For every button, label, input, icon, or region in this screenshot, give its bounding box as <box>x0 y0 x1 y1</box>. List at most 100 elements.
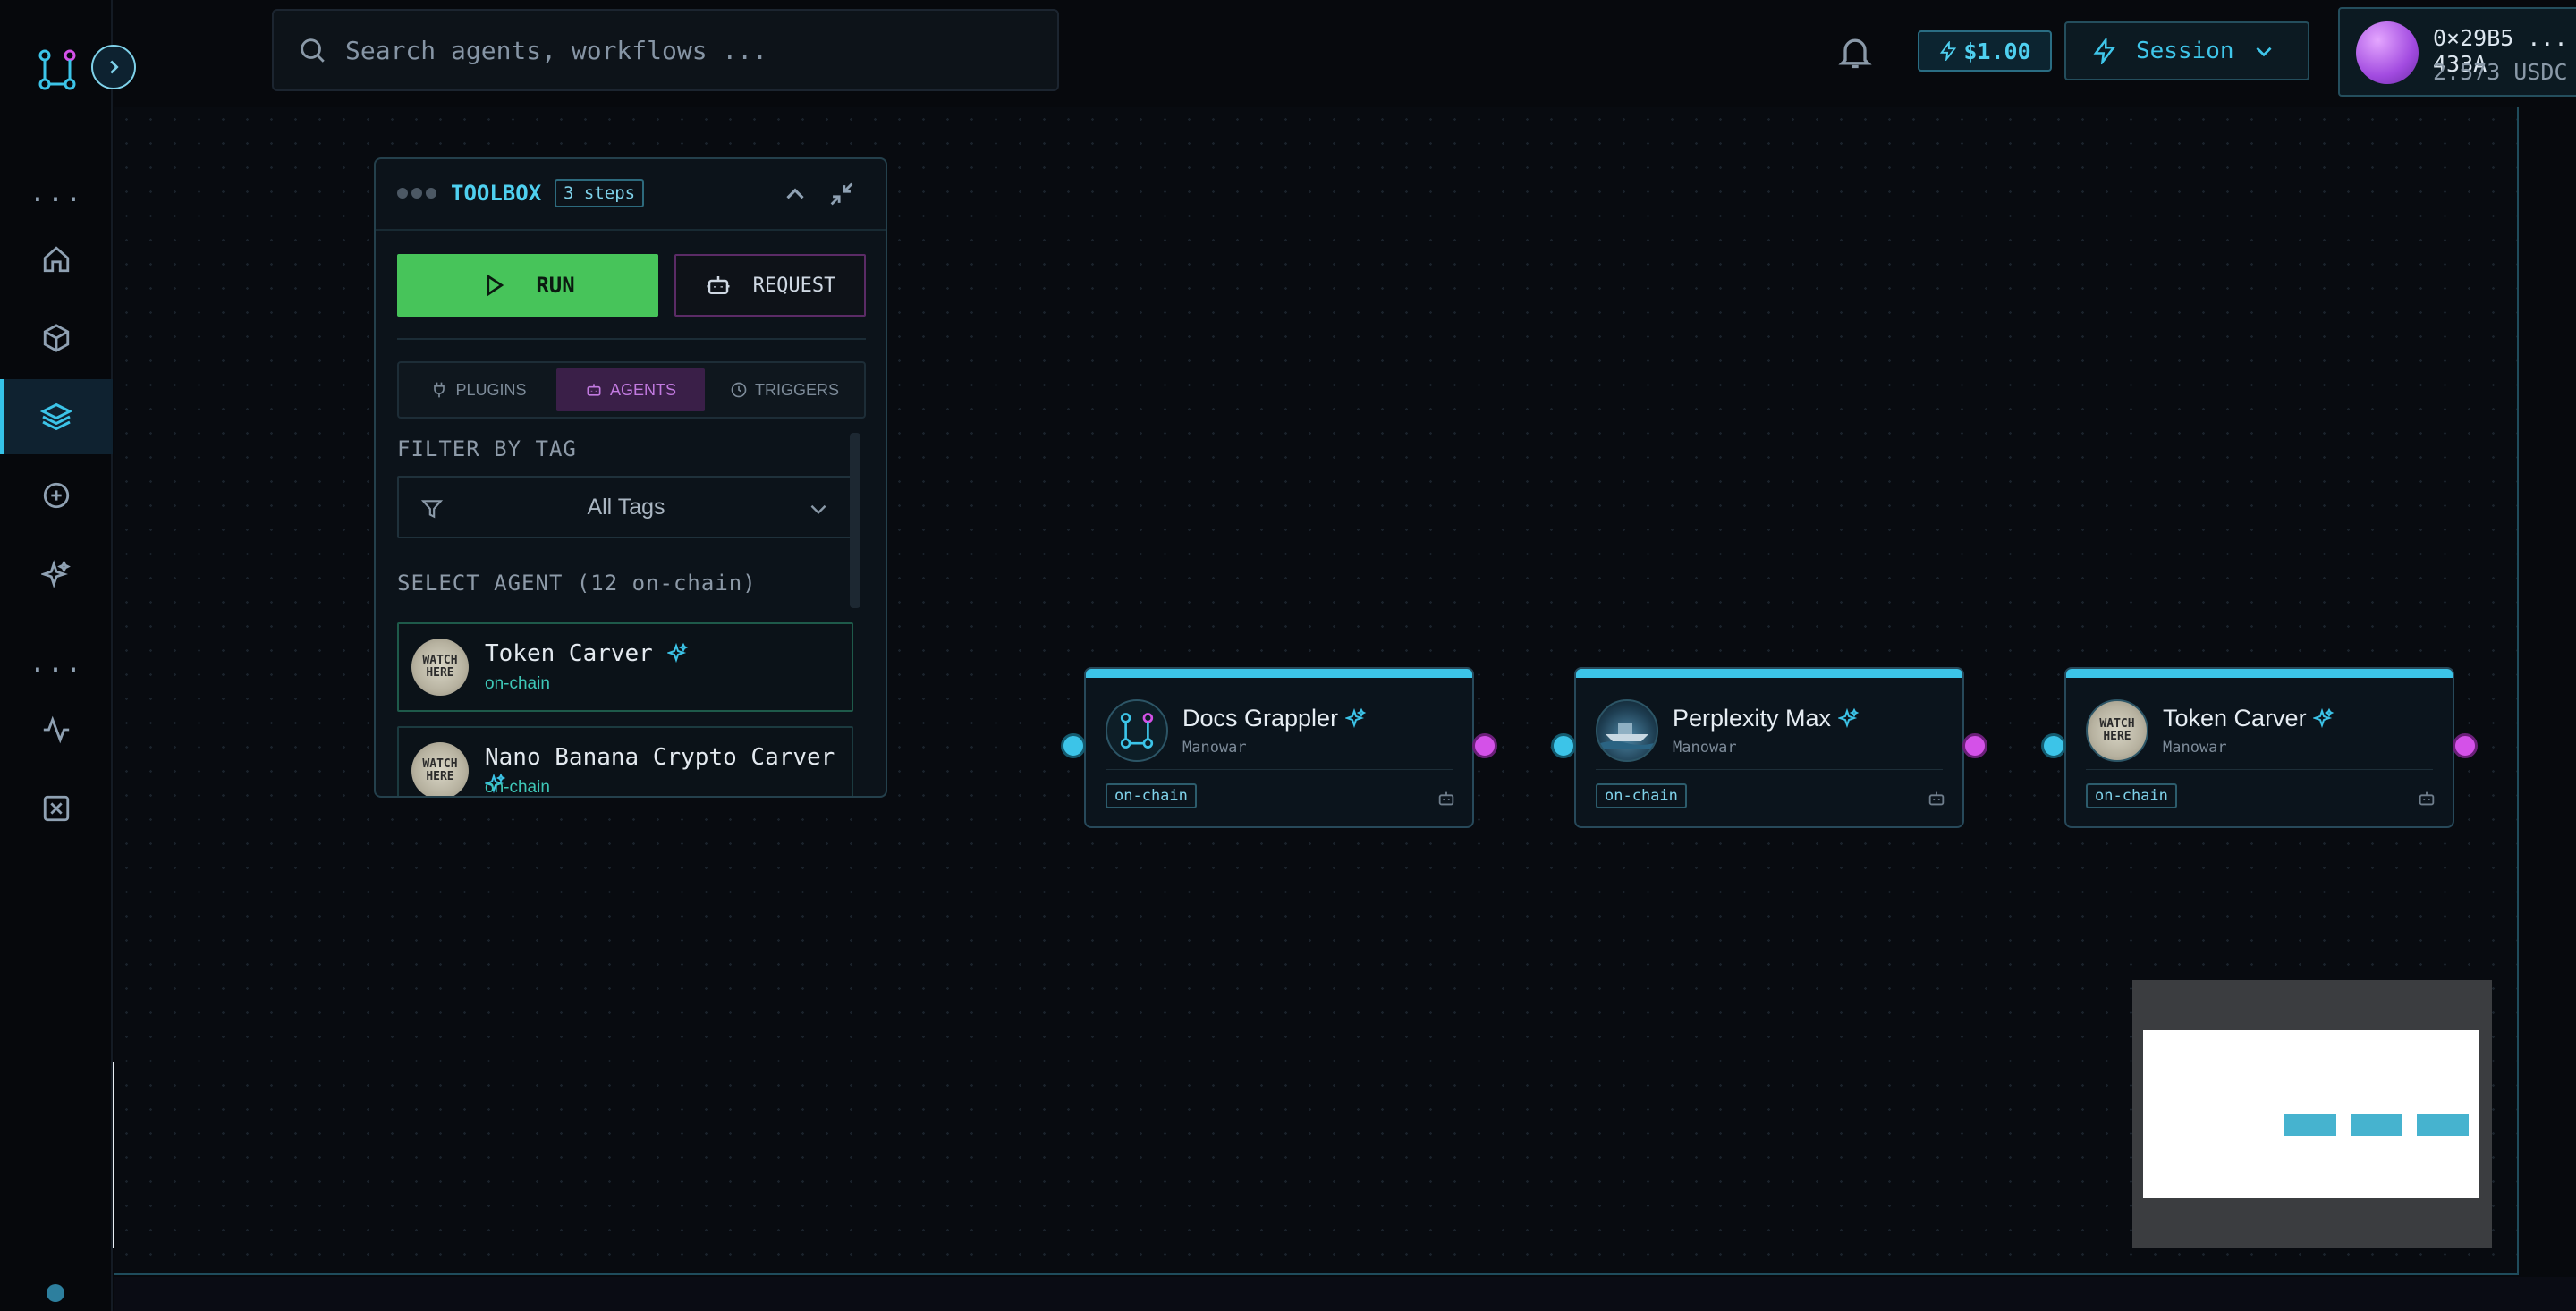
close-square-icon[interactable] <box>0 771 113 846</box>
on-chain-badge: on-chain <box>1106 783 1197 808</box>
drag-handle-icon[interactable] <box>397 188 436 199</box>
credit-amount: $1.00 <box>1963 38 2031 64</box>
activity-icon[interactable] <box>0 692 113 767</box>
workflow-logo-icon <box>1120 713 1154 749</box>
run-button[interactable]: RUN <box>397 254 658 317</box>
on-chain-badge: on-chain <box>1596 783 1687 808</box>
session-dropdown[interactable]: Session <box>2064 21 2309 80</box>
sparkles-icon[interactable] <box>0 537 113 612</box>
node-output-port[interactable] <box>2453 733 2478 758</box>
chevron-down-icon <box>2256 47 2272 57</box>
divider <box>397 338 866 340</box>
play-icon <box>487 274 504 297</box>
node-title: Token Carver <box>2163 705 2334 732</box>
toolbox-header: TOOLBOX 3 steps <box>376 159 886 231</box>
box-icon[interactable] <box>0 300 113 376</box>
sparkles-icon <box>2311 707 2334 729</box>
minimize-icon[interactable] <box>826 179 857 209</box>
plug-icon <box>434 382 445 398</box>
tab-agents-label: AGENTS <box>609 380 676 399</box>
bell-icon[interactable] <box>1835 32 1875 72</box>
lightning-icon <box>1940 41 1957 61</box>
robot-icon <box>1438 791 1454 806</box>
workflow-logo-icon[interactable] <box>34 47 80 93</box>
robot-icon <box>587 384 601 396</box>
sparkles-icon <box>1343 707 1366 729</box>
node-avatar: WATCH HERE <box>2086 699 2148 762</box>
node-accent-bar <box>1086 669 1472 678</box>
footer-strip <box>114 1277 2576 1311</box>
add-circle-icon[interactable] <box>0 458 113 533</box>
flow-node-docs-grappler[interactable]: Docs Grappler Manowar on-chain <box>1084 667 1474 828</box>
lightning-icon <box>2093 38 2116 64</box>
request-button[interactable]: REQUEST <box>674 254 866 317</box>
flow-node-token-carver[interactable]: WATCH HERE Token Carver Manowar on-chain <box>2064 667 2454 828</box>
agent-list-item[interactable]: WATCH HERE Token Carver on-chain <box>397 622 853 712</box>
flow-node-perplexity-max[interactable]: Perplexity Max Manowar on-chain <box>1574 667 1964 828</box>
clock-icon <box>731 382 747 398</box>
search-input[interactable] <box>345 35 1043 65</box>
chevron-up-icon[interactable] <box>780 179 810 209</box>
robot-icon <box>2419 791 2435 806</box>
node-accent-bar <box>1576 669 1962 678</box>
on-chain-badge: on-chain <box>2086 783 2177 808</box>
node-input-port[interactable] <box>2041 733 2066 758</box>
session-label: Session <box>2136 38 2234 64</box>
minimap-node <box>2417 1114 2469 1136</box>
node-avatar <box>1106 699 1168 762</box>
rail-more-dots-2[interactable]: ... <box>0 650 113 677</box>
minimap-node <box>2284 1114 2336 1136</box>
node-output-port[interactable] <box>1472 733 1497 758</box>
toolbox-panel: TOOLBOX 3 steps RUN REQUEST PLUGINS AGEN… <box>374 157 887 798</box>
agent-list-item[interactable]: WATCH HERE Nano Banana Crypto Carver on-c… <box>397 726 853 797</box>
agent-avatar: WATCH HERE <box>411 742 469 796</box>
minimap-viewport[interactable] <box>2143 1030 2479 1198</box>
rail-more-dots[interactable]: ... <box>0 180 113 207</box>
node-output-port[interactable] <box>1962 733 1987 758</box>
agent-name: Token Carver <box>485 640 689 667</box>
robot-icon <box>1928 791 1945 806</box>
search-icon <box>301 38 325 63</box>
select-agent-label: SELECT AGENT (12 on-chain) <box>397 571 757 596</box>
search-box[interactable] <box>272 9 1059 91</box>
node-accent-bar <box>2066 669 2453 678</box>
robot-icon <box>707 276 730 294</box>
wallet-avatar <box>2356 21 2419 84</box>
agent-list-scrollbar[interactable] <box>850 433 860 608</box>
node-title: Docs Grappler <box>1182 705 1367 732</box>
node-provider: Manowar <box>1673 739 1737 757</box>
sparkles-icon <box>665 642 688 664</box>
ship-image-icon <box>1600 723 1654 749</box>
wallet-balance: 2.573 USDC <box>2433 59 2568 85</box>
agent-tag: on-chain <box>485 674 550 693</box>
layers-icon[interactable] <box>0 379 113 454</box>
divider <box>1106 769 1453 770</box>
wallet-button[interactable]: 0×29B5 ... 433A 2.573 USDC <box>2338 7 2576 97</box>
node-title: Perplexity Max <box>1673 705 1860 732</box>
node-provider: Manowar <box>1182 739 1247 757</box>
node-avatar <box>1596 699 1658 762</box>
top-bar: $1.00 Session 0×29B5 ... 433A 2.573 USDC <box>114 0 2576 107</box>
toolbox-title: TOOLBOX <box>451 181 542 206</box>
home-icon[interactable] <box>0 222 113 297</box>
steps-badge: 3 steps <box>555 179 645 207</box>
tag-filter-value: All Tags <box>587 495 665 520</box>
tag-filter-select[interactable]: All Tags <box>397 476 852 538</box>
node-input-port[interactable] <box>1551 733 1576 758</box>
node-input-port[interactable] <box>1061 733 1086 758</box>
tab-agents[interactable]: AGENTS <box>556 368 705 411</box>
divider <box>2086 769 2433 770</box>
request-label: REQUEST <box>752 274 836 297</box>
tab-triggers[interactable]: TRIGGERS <box>708 368 860 411</box>
minimap[interactable] <box>2132 980 2492 1248</box>
expand-sidebar-button[interactable] <box>91 45 136 89</box>
sparkles-icon <box>1836 707 1859 729</box>
divider <box>1596 769 1943 770</box>
agent-avatar: WATCH HERE <box>411 639 469 696</box>
tab-plugins[interactable]: PLUGINS <box>404 368 553 411</box>
agent-tag: on-chain <box>485 778 550 797</box>
credit-balance-badge[interactable]: $1.00 <box>1918 30 2052 72</box>
run-label: RUN <box>536 273 575 298</box>
filter-by-tag-label: FILTER BY TAG <box>397 436 577 461</box>
connection-status-dot <box>47 1284 64 1302</box>
